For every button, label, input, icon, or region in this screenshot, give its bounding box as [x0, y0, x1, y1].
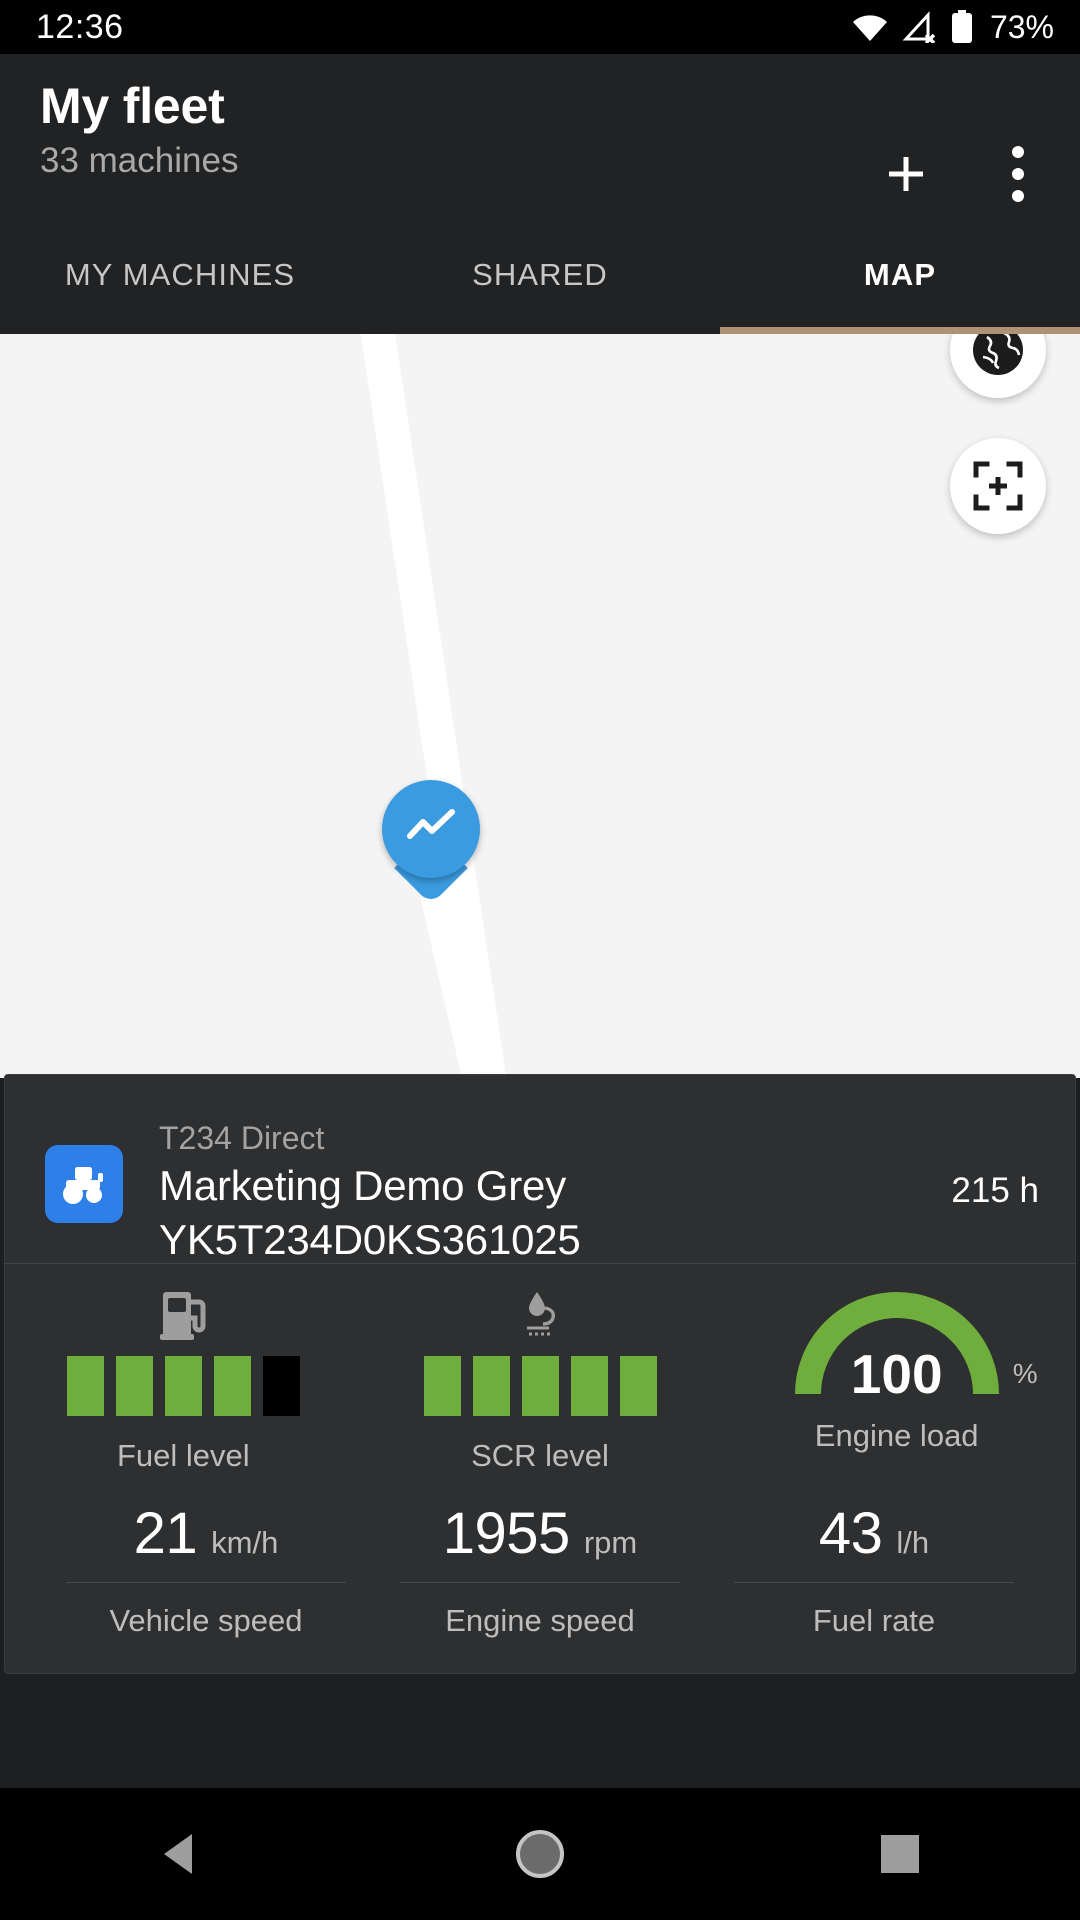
tab-bar: MY MACHINES SHARED MAP — [0, 216, 1080, 334]
machine-info-card[interactable]: T234 Direct Marketing Demo Grey YK5T234D… — [4, 1074, 1076, 1674]
wifi-icon — [851, 12, 889, 42]
recents-square-icon[interactable] — [840, 1794, 960, 1914]
machine-card-header: T234 Direct Marketing Demo Grey YK5T234D… — [5, 1075, 1075, 1263]
metric-value-row: 1955 rpm — [443, 1500, 637, 1574]
tab-map[interactable]: MAP — [720, 216, 1080, 334]
fuel-bar-empty — [262, 1356, 300, 1416]
scr-level-label: SCR level — [471, 1438, 609, 1473]
machine-model: T234 Direct — [159, 1120, 325, 1156]
app-root: 12:36 73% My fleet 33 machines MY MACHIN… — [0, 0, 1080, 1920]
machine-text-block: T234 Direct Marketing Demo Grey YK5T234D… — [159, 1111, 581, 1263]
metric-engine-speed: 1955 rpm Engine speed — [373, 1500, 707, 1639]
activity-chart-icon — [407, 809, 455, 839]
map-canvas[interactable] — [0, 334, 1080, 1078]
battery-percent-label: 73% — [989, 8, 1054, 45]
add-machine-button[interactable] — [874, 142, 938, 206]
metric-rule — [733, 1582, 1015, 1583]
status-bar-icons: 73% — [851, 9, 1054, 46]
engine-speed-unit: rpm — [583, 1525, 638, 1560]
page-title: My fleet — [40, 78, 225, 134]
scr-bar — [423, 1356, 461, 1416]
map-marker-machine[interactable] — [382, 780, 480, 915]
gauge-engine-load: 100 % Engine load — [718, 1286, 1075, 1474]
vehicle-speed-unit: km/h — [211, 1525, 279, 1560]
app-bar-actions — [874, 142, 1050, 206]
engine-load-label: Engine load — [814, 1418, 979, 1453]
fuel-bar — [164, 1356, 202, 1416]
fuel-rate-unit: l/h — [896, 1525, 930, 1560]
machine-serial: YK5T234D0KS361025 — [159, 1216, 581, 1263]
vehicle-speed-label: Vehicle speed — [109, 1603, 303, 1638]
back-triangle-icon[interactable] — [120, 1794, 240, 1914]
app-bar: My fleet 33 machines — [0, 54, 1080, 216]
scr-bar — [619, 1356, 657, 1416]
engine-load-value: 100 — [850, 1343, 943, 1405]
battery-icon — [951, 10, 973, 44]
fuel-bar — [213, 1356, 251, 1416]
metric-fuel-rate: 43 l/h Fuel rate — [707, 1500, 1041, 1639]
metric-value-row: 21 km/h — [134, 1500, 279, 1574]
metric-rule — [65, 1582, 347, 1583]
scr-bar — [472, 1356, 510, 1416]
tractor-icon — [45, 1145, 123, 1223]
gauge-fuel-level: Fuel level — [5, 1286, 362, 1474]
engine-load-unit: % — [1012, 1358, 1038, 1389]
fuel-bar — [66, 1356, 104, 1416]
overflow-menu-button[interactable] — [986, 142, 1050, 206]
system-nav-bar — [0, 1788, 1080, 1920]
scr-level-bars — [423, 1356, 657, 1416]
fuel-rate-label: Fuel rate — [812, 1603, 936, 1638]
status-bar: 12:36 73% — [0, 0, 1080, 54]
gauge-scr-level: SCR level — [362, 1286, 719, 1474]
fuel-rate-value: 43 — [818, 1501, 883, 1566]
crosshair-focus-icon — [973, 461, 1023, 511]
home-circle-icon[interactable] — [480, 1794, 600, 1914]
scr-bar — [570, 1356, 608, 1416]
cellular-off-icon — [902, 11, 938, 43]
globe-icon — [973, 334, 1023, 375]
engine-speed-label: Engine speed — [445, 1603, 635, 1638]
fuel-bar — [115, 1356, 153, 1416]
fuel-level-label: Fuel level — [116, 1438, 250, 1473]
machine-hours: 215 h — [951, 1171, 1039, 1210]
vehicle-speed-value: 21 — [133, 1501, 198, 1566]
tab-shared[interactable]: SHARED — [360, 216, 720, 334]
metrics-row: 21 km/h Vehicle speed 1955 rpm Engine sp… — [5, 1500, 1075, 1639]
map-focus-button[interactable] — [950, 438, 1046, 534]
fuel-level-bars — [66, 1356, 300, 1416]
gauges-row: Fuel level SCR level 100 % Engine load — [5, 1264, 1075, 1474]
map-type-globe-button[interactable] — [950, 334, 1046, 398]
scr-bar — [521, 1356, 559, 1416]
machine-name: Marketing Demo Grey — [159, 1162, 566, 1209]
scr-fluid-icon — [515, 1286, 565, 1342]
engine-load-arc: 100 % — [792, 1288, 1038, 1410]
metric-rule — [399, 1582, 681, 1583]
fuel-pump-icon — [157, 1286, 209, 1342]
tab-my-machines[interactable]: MY MACHINES — [0, 216, 360, 334]
metric-vehicle-speed: 21 km/h Vehicle speed — [39, 1500, 373, 1639]
metric-value-row: 43 l/h — [819, 1500, 929, 1574]
engine-speed-value: 1955 — [442, 1501, 571, 1566]
status-bar-clock: 12:36 — [36, 7, 124, 46]
